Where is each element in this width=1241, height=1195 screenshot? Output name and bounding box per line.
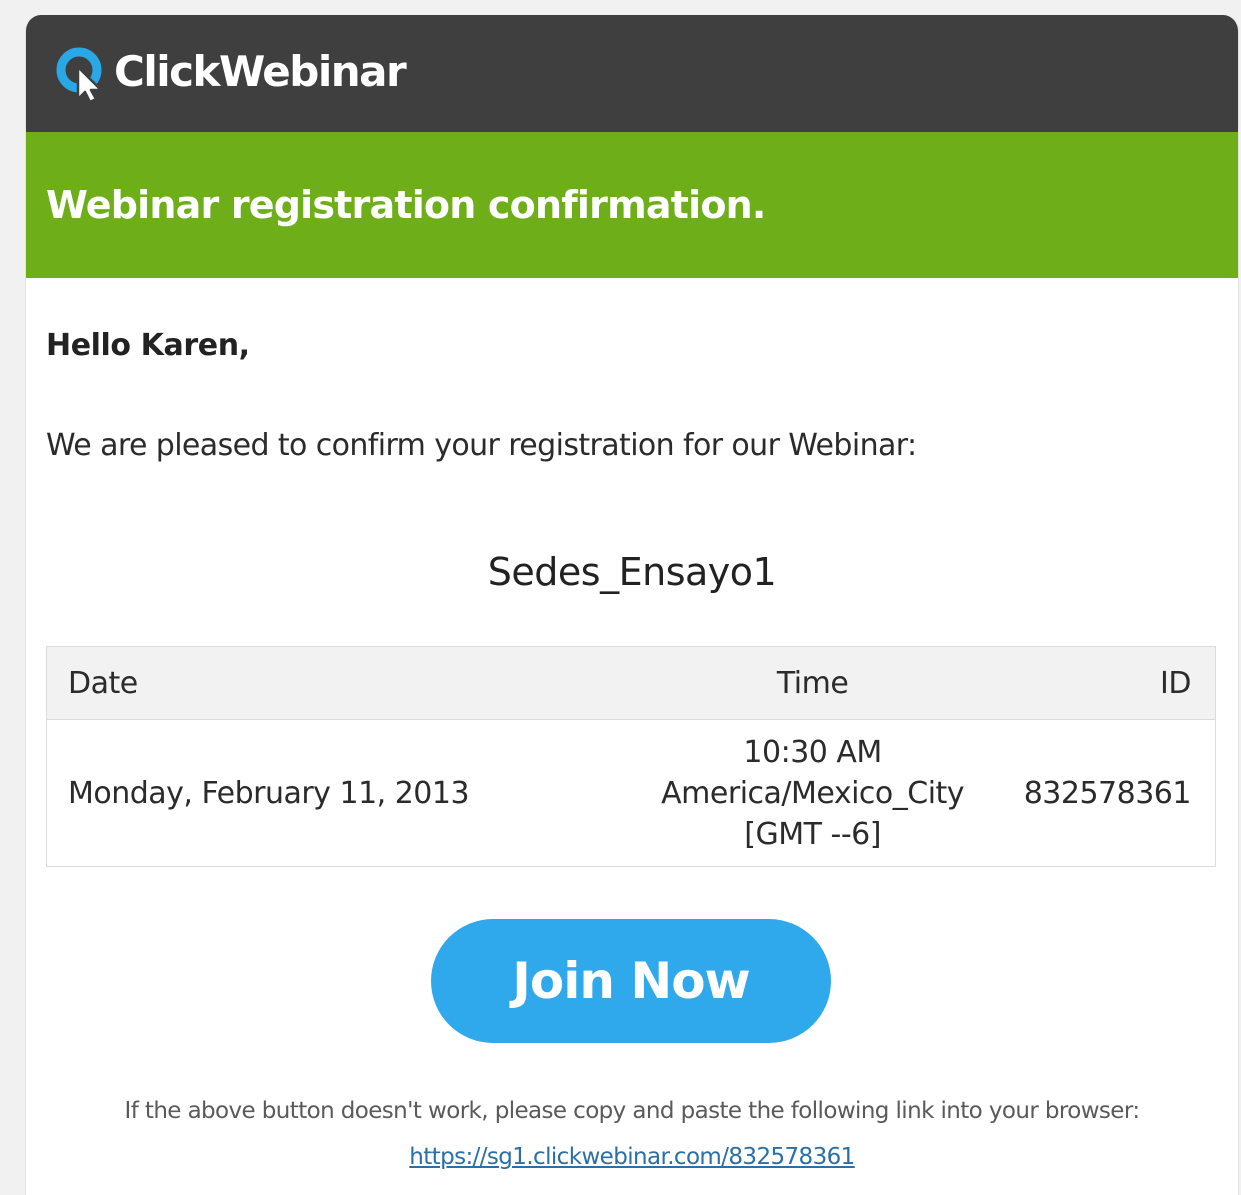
email-card: ClickWebinar Webinar registration confir… [25, 15, 1239, 1195]
gmt-offset: [GMT --6] [744, 816, 881, 852]
webinar-name: Sedes_Ensayo1 [487, 550, 777, 594]
cell-date: Monday, February 11, 2013 [68, 775, 470, 811]
timezone-value: America/Mexico_City [661, 775, 965, 811]
intro-text: We are pleased to confirm your registrat… [46, 428, 917, 463]
fallback-note: If the above button doesn't work, please… [124, 1098, 1141, 1124]
time-value: 10:30 AM [743, 734, 882, 770]
logo-wordmark: ClickWebinar [114, 47, 407, 96]
join-now-button[interactable]: Join Now [431, 919, 831, 1043]
cell-time: 10:30 AM America/Mexico_City [GMT --6] [603, 720, 1023, 867]
confirmation-banner: Webinar registration confirmation. [26, 132, 1238, 278]
header-time: Time [602, 646, 1023, 720]
banner-title: Webinar registration confirmation. [46, 183, 766, 227]
webinar-details-table: Date Time ID Monday, February 11, 2013 1… [46, 646, 1216, 867]
fallback-link-container: https://sg1.clickwebinar.com/832578361 [26, 1144, 1238, 1170]
table-header-row: Date Time ID [46, 646, 1216, 720]
brand-logo[interactable]: ClickWebinar [54, 41, 407, 104]
cell-id: 832578361 [1023, 775, 1192, 811]
clickwebinar-logo-icon [54, 41, 112, 104]
greeting: Hello Karen, [46, 328, 250, 363]
header-id: ID [1022, 646, 1216, 720]
table-row: Monday, February 11, 2013 10:30 AM Ameri… [47, 720, 1216, 867]
brand-header: ClickWebinar [26, 15, 1238, 132]
header-date: Date [46, 646, 603, 720]
webinar-link[interactable]: https://sg1.clickwebinar.com/832578361 [409, 1144, 855, 1170]
